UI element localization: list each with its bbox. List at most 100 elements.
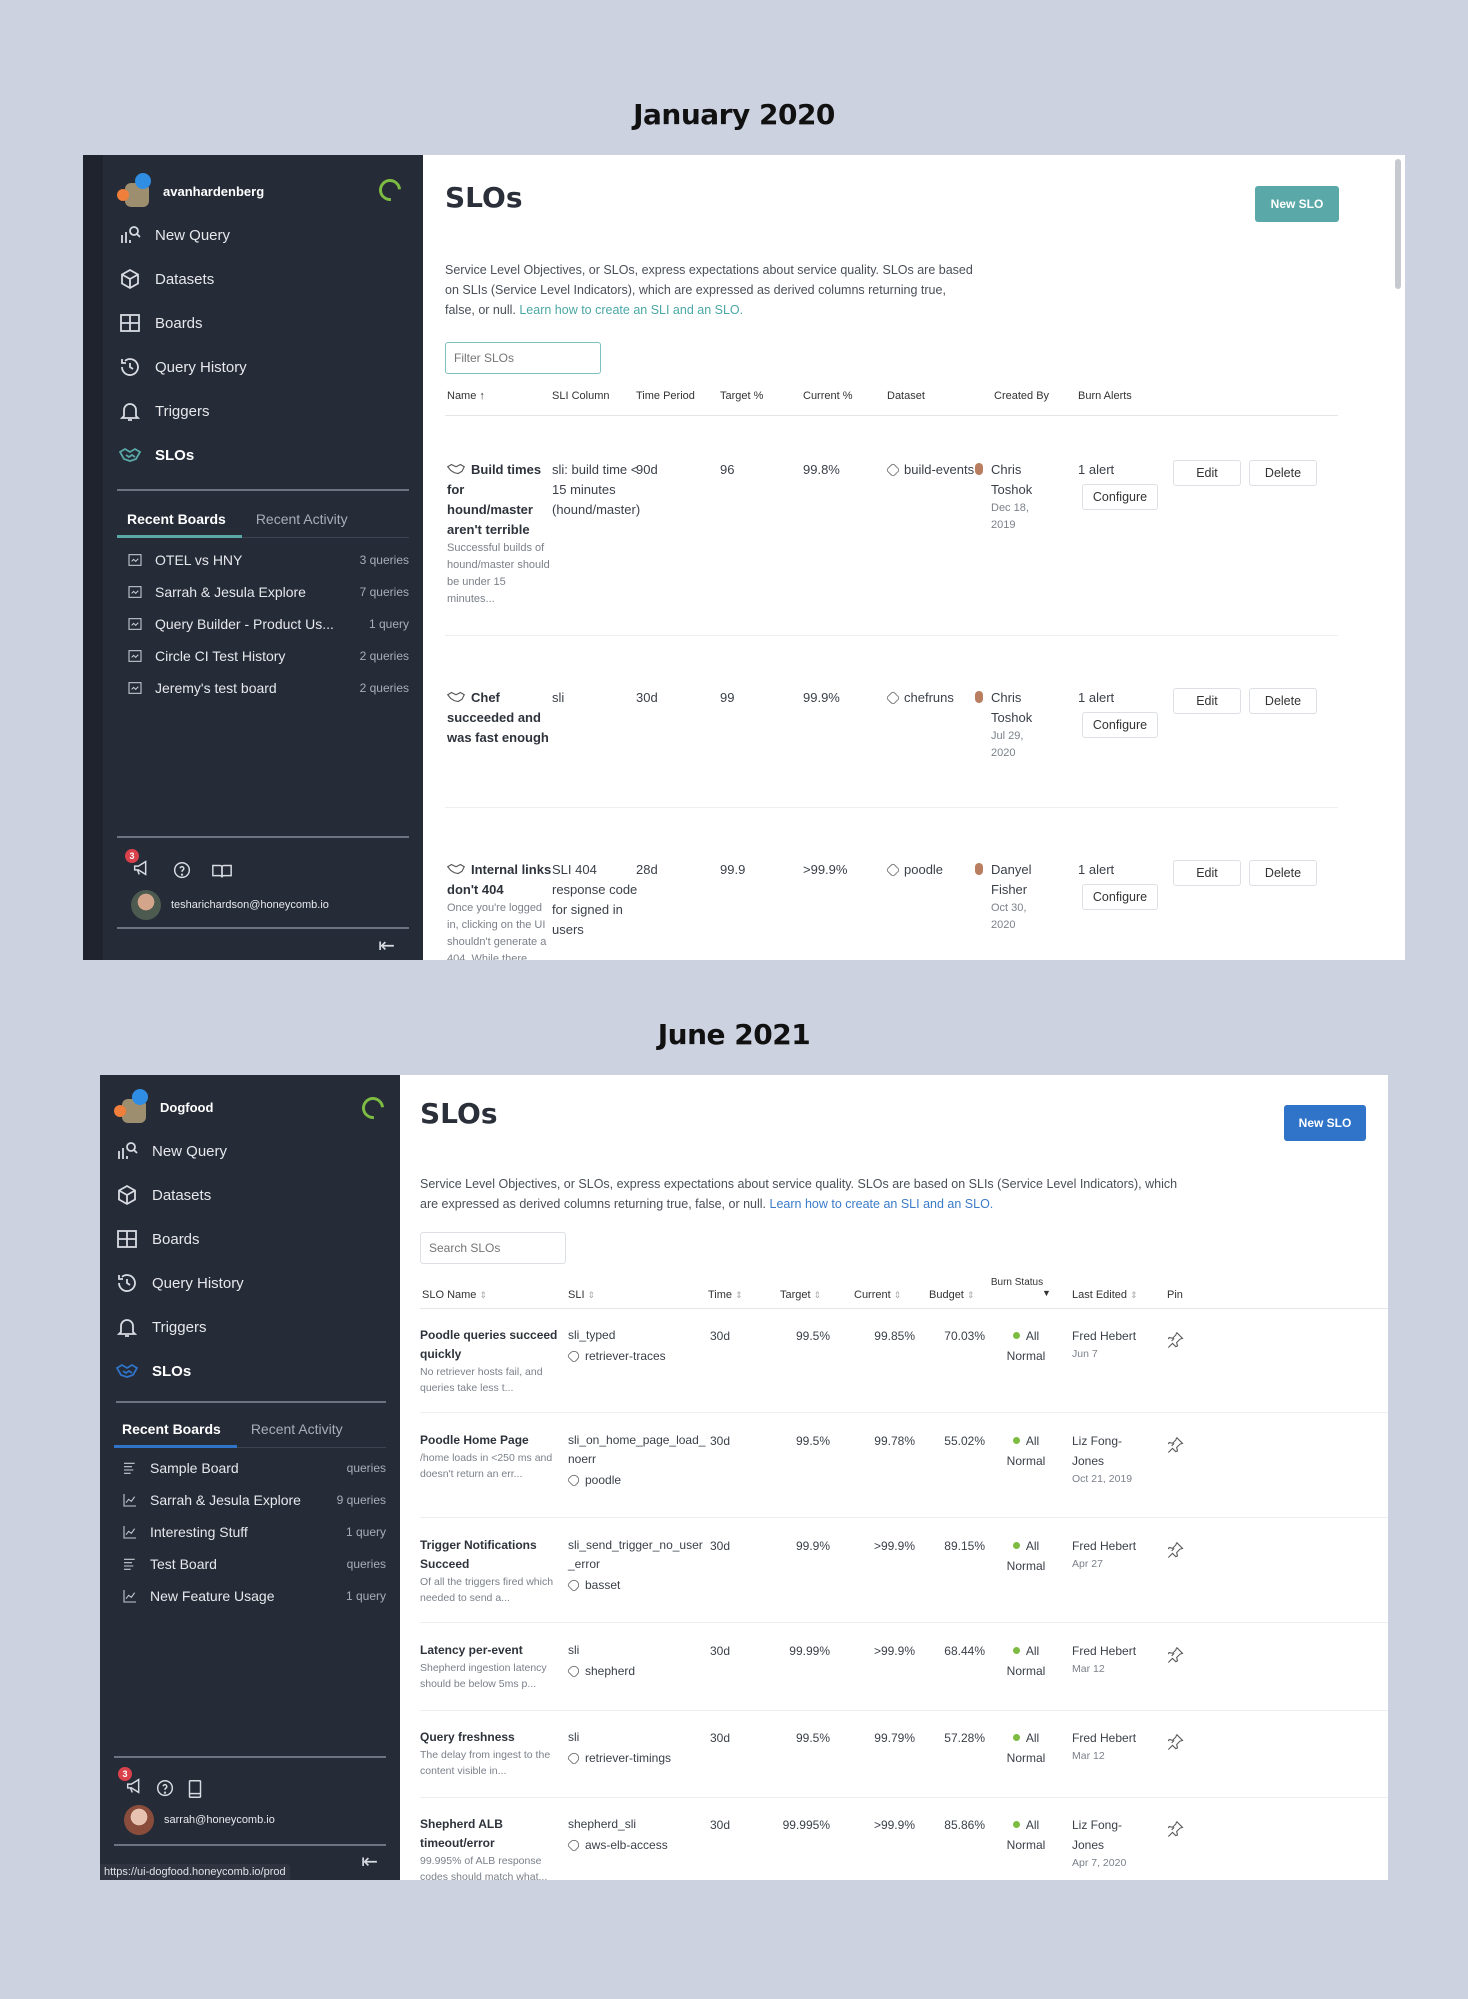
nav-item-slos[interactable]: SLOs <box>117 433 409 477</box>
column-dataset[interactable]: Dataset <box>887 390 925 402</box>
column-budget[interactable]: Budget ⇕ <box>929 1289 974 1301</box>
column-burn-status[interactable]: Burn Status <box>985 1277 1049 1288</box>
slo-table-row[interactable]: Internal links don't 404 Once you're log… <box>445 860 1338 960</box>
column-name[interactable]: Name ↑ <box>447 390 485 402</box>
configure-alerts-button[interactable]: Configure <box>1082 484 1158 510</box>
pin-button[interactable] <box>1165 1540 1185 1566</box>
docs-book-icon[interactable] <box>211 860 233 882</box>
nav-item-slos[interactable]: SLOs <box>114 1349 386 1393</box>
column-current[interactable]: Current % <box>803 390 853 402</box>
nav-item-triggers[interactable]: Triggers <box>117 389 409 433</box>
column-burn-alerts[interactable]: Burn Alerts <box>1078 390 1132 402</box>
dataset-link[interactable]: retriever-timings <box>566 1749 708 1768</box>
recent-board-item[interactable]: Jeremy's test board 2 queries <box>127 672 409 704</box>
nav-item-query-history[interactable]: Query History <box>117 345 409 389</box>
nav-item-new-query[interactable]: New Query <box>114 1129 386 1173</box>
column-sli[interactable]: SLI ⇕ <box>568 1289 595 1301</box>
delete-slo-button[interactable]: Delete <box>1249 860 1317 886</box>
user-menu[interactable]: sarrah@honeycomb.io <box>124 1805 275 1835</box>
dataset-link[interactable]: aws-elb-access <box>566 1836 708 1855</box>
filter-slos-input[interactable] <box>445 342 601 374</box>
slo-table-row[interactable]: Query freshness The delay from ingest to… <box>420 1728 1388 1818</box>
tab-recent-activity[interactable]: Recent Activity <box>256 499 348 537</box>
delete-slo-button[interactable]: Delete <box>1249 460 1317 486</box>
column-last-edited[interactable]: Last Edited ⇕ <box>1072 1289 1138 1301</box>
slo-table-row[interactable]: Shepherd ALB timeout/error 99.995% of AL… <box>420 1815 1388 1880</box>
pin-button[interactable] <box>1165 1645 1185 1671</box>
slo-table-row[interactable]: Chef succeeded and was fast enough sli 3… <box>445 688 1338 858</box>
dataset-link[interactable]: poodle <box>566 1471 708 1490</box>
pin-button[interactable] <box>1165 1435 1185 1461</box>
slo-name[interactable]: Query freshness <box>420 1728 565 1747</box>
edit-slo-button[interactable]: Edit <box>1173 860 1241 886</box>
delete-slo-button[interactable]: Delete <box>1249 688 1317 714</box>
scrollbar[interactable] <box>1395 159 1401 289</box>
slo-name[interactable]: Poodle queries succeed quickly <box>420 1326 565 1364</box>
column-slo-name[interactable]: SLO Name ⇕ <box>422 1289 487 1301</box>
nav-item-triggers[interactable]: Triggers <box>114 1305 386 1349</box>
column-time-period[interactable]: Time Period <box>636 390 695 402</box>
recent-board-item[interactable]: Circle CI Test History 2 queries <box>127 640 409 672</box>
slo-name[interactable]: Trigger Notifications Succeed <box>420 1536 565 1574</box>
new-slo-button[interactable]: New SLO <box>1255 186 1339 222</box>
column-time[interactable]: Time ⇕ <box>708 1289 743 1301</box>
dataset-link[interactable]: basset <box>566 1576 708 1595</box>
edit-slo-button[interactable]: Edit <box>1173 688 1241 714</box>
slo-table-row[interactable]: Poodle queries succeed quickly No retrie… <box>420 1326 1388 1416</box>
recent-board-item[interactable]: Sample Board queries <box>122 1452 386 1484</box>
search-slos-input[interactable] <box>420 1232 566 1264</box>
recent-board-item[interactable]: Sarrah & Jesula Explore 7 queries <box>127 576 409 608</box>
recent-board-item[interactable]: New Feature Usage 1 query <box>122 1580 386 1612</box>
help-icon[interactable] <box>171 860 193 882</box>
nav-item-new-query[interactable]: New Query <box>117 213 409 257</box>
recent-board-item[interactable]: Sarrah & Jesula Explore 9 queries <box>122 1484 386 1516</box>
nav-item-datasets[interactable]: Datasets <box>114 1173 386 1217</box>
dataset-link[interactable]: shepherd <box>566 1662 708 1681</box>
docs-book-icon[interactable] <box>184 1778 206 1800</box>
collapse-sidebar-icon[interactable]: ⇤ <box>361 1849 378 1874</box>
user-menu[interactable]: tesharichardson@honeycomb.io <box>131 890 329 920</box>
nav-item-boards[interactable]: Boards <box>114 1217 386 1261</box>
help-icon[interactable] <box>154 1778 176 1800</box>
slo-table-row[interactable]: Latency per-event Shepherd ingestion lat… <box>420 1641 1388 1731</box>
nav-item-query-history[interactable]: Query History <box>114 1261 386 1305</box>
learn-link[interactable]: Learn how to create an SLI and an SLO. <box>770 1197 994 1211</box>
dataset-link[interactable]: retriever-traces <box>566 1347 708 1366</box>
announcements-button[interactable]: 3 <box>125 849 153 884</box>
dataset-cell[interactable]: chefruns <box>885 688 954 708</box>
slo-table-row[interactable]: Build times for hound/master aren't terr… <box>445 460 1338 630</box>
column-created-by[interactable]: Created By <box>994 390 1049 402</box>
recent-board-item[interactable]: Interesting Stuff 1 query <box>122 1516 386 1548</box>
team-switcher[interactable]: avanhardenberg <box>117 169 409 213</box>
slo-name[interactable]: Latency per-event <box>420 1641 565 1660</box>
tab-recent-activity[interactable]: Recent Activity <box>251 1409 343 1447</box>
collapse-sidebar-icon[interactable]: ⇤ <box>378 933 395 958</box>
column-sli[interactable]: SLI Column <box>552 390 609 402</box>
nav-item-boards[interactable]: Boards <box>117 301 409 345</box>
slo-name[interactable]: Poodle Home Page <box>420 1431 565 1450</box>
recent-board-item[interactable]: Test Board queries <box>122 1548 386 1580</box>
pin-button[interactable] <box>1165 1330 1185 1356</box>
column-target[interactable]: Target ⇕ <box>780 1289 821 1301</box>
recent-board-item[interactable]: Query Builder - Product Us... 1 query <box>127 608 409 640</box>
configure-alerts-button[interactable]: Configure <box>1082 884 1158 910</box>
dataset-cell[interactable]: poodle <box>885 860 943 880</box>
pin-button[interactable] <box>1165 1732 1185 1758</box>
announcements-button[interactable]: 3 <box>118 1767 146 1802</box>
tab-recent-boards[interactable]: Recent Boards <box>117 499 226 537</box>
slo-table-row[interactable]: Trigger Notifications Succeed Of all the… <box>420 1536 1388 1626</box>
edit-slo-button[interactable]: Edit <box>1173 460 1241 486</box>
nav-item-datasets[interactable]: Datasets <box>117 257 409 301</box>
configure-alerts-button[interactable]: Configure <box>1082 712 1158 738</box>
slo-table-row[interactable]: Poodle Home Page /home loads in <250 ms … <box>420 1431 1388 1521</box>
learn-link[interactable]: Learn how to create an SLI and an SLO. <box>519 303 743 317</box>
pin-button[interactable] <box>1165 1819 1185 1845</box>
new-slo-button[interactable]: New SLO <box>1284 1105 1366 1141</box>
slo-name[interactable]: Shepherd ALB timeout/error <box>420 1815 565 1853</box>
recent-board-item[interactable]: OTEL vs HNY 3 queries <box>127 544 409 576</box>
team-switcher[interactable]: Dogfood <box>114 1085 386 1129</box>
column-target[interactable]: Target % <box>720 390 763 402</box>
tab-recent-boards[interactable]: Recent Boards <box>114 1409 221 1447</box>
column-current[interactable]: Current ⇕ <box>854 1289 901 1301</box>
dataset-cell[interactable]: build-events <box>885 460 974 480</box>
